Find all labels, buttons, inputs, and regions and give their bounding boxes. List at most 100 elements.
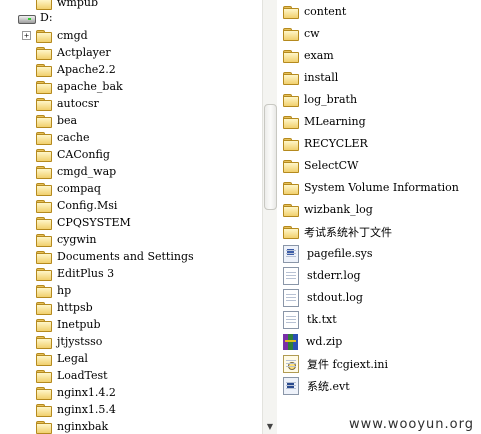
sys-file-icon [283, 244, 299, 263]
file-list-pane: content cw exam install log_brath MLearning RE… [277, 0, 481, 434]
file-list-item[interactable]: stdout.log [283, 288, 363, 307]
file-name: pagefile.sys [307, 247, 373, 260]
file-list-folder[interactable]: SelectCW [283, 157, 358, 174]
tree-item-folder[interactable]: hp [36, 282, 71, 299]
tree-item-label: cache [57, 131, 90, 144]
folder-icon [36, 335, 52, 349]
tree-item-folder[interactable]: Legal [36, 350, 88, 367]
folder-icon [283, 225, 299, 239]
tree-item-label: Documents and Settings [57, 250, 194, 263]
file-list-item[interactable]: pagefile.sys [283, 244, 373, 263]
tree-item-label: Apache2.2 [57, 63, 116, 76]
folder-icon [36, 403, 52, 417]
file-list-item[interactable]: 复件 fcgiext.ini [283, 354, 388, 373]
zip-archive-icon [283, 333, 298, 350]
tree-item-folder[interactable]: CPQSYSTEM [36, 214, 131, 231]
tree-item-folder[interactable]: EditPlus 3 [36, 265, 114, 282]
folder-icon [36, 420, 52, 434]
scroll-down-arrow-icon[interactable]: ▼ [265, 422, 275, 432]
log-file-icon [283, 266, 299, 285]
folder-icon [36, 114, 52, 128]
tree-item-folder[interactable]: cmgd [36, 27, 88, 44]
file-name: wd.zip [306, 335, 343, 348]
tree-item-folder[interactable]: apache_bak [36, 78, 123, 95]
tree-item-label: Actplayer [57, 46, 111, 59]
folder-icon [283, 49, 299, 63]
tree-item-label: nginx1.4.2 [57, 386, 116, 399]
file-list-item[interactable]: 系统.evt [283, 376, 350, 395]
tree-item-folder[interactable]: nginxbak [36, 418, 108, 434]
file-list-folder[interactable]: cw [283, 25, 320, 42]
file-name: MLearning [304, 115, 366, 128]
tree-item-folder[interactable]: jtjystsso [36, 333, 102, 350]
folder-icon [36, 250, 52, 264]
file-name: cw [304, 27, 320, 40]
tree-item-folder[interactable]: Inetpub [36, 316, 101, 333]
file-list-folder[interactable]: exam [283, 47, 334, 64]
tree-item-folder[interactable]: httpsb [36, 299, 93, 316]
tree-item-label: CAConfig [57, 148, 110, 161]
tree-item-folder[interactable]: nginx1.5.4 [36, 401, 116, 418]
tree-item-folder[interactable]: Apache2.2 [36, 61, 116, 78]
drive-icon [18, 13, 36, 24]
tree-item-label: httpsb [57, 301, 93, 314]
tree-item-folder[interactable]: cmgd_wap [36, 163, 116, 180]
tree-item-label: D: [40, 11, 53, 24]
file-list-item[interactable]: wd.zip [283, 333, 342, 350]
tree-item-folder[interactable]: autocsr [36, 95, 99, 112]
folder-icon [283, 137, 299, 151]
tree-item-folder[interactable]: cache [36, 129, 89, 146]
folder-icon [283, 93, 299, 107]
file-name: RECYCLER [304, 137, 368, 150]
file-name: tk.txt [307, 313, 337, 326]
vertical-scrollbar[interactable]: ▼ [262, 0, 277, 434]
file-name: content [304, 5, 347, 18]
folder-icon [36, 131, 52, 145]
tree-item-folder[interactable]: bea [36, 112, 77, 129]
file-list-folder[interactable]: wizbank_log [283, 201, 373, 218]
tree-item-folder[interactable]: LoadTest [36, 367, 108, 384]
file-list-folder[interactable]: content [283, 3, 346, 20]
folder-icon [36, 182, 52, 196]
file-list-folder[interactable]: MLearning [283, 113, 366, 130]
event-log-icon [283, 376, 299, 395]
file-list-folder[interactable]: RECYCLER [283, 135, 368, 152]
expand-plus-icon[interactable]: + [22, 31, 31, 40]
tree-item-folder[interactable]: Actplayer [36, 44, 111, 61]
scrollbar-thumb[interactable] [264, 104, 277, 210]
folder-icon [283, 115, 299, 129]
file-list-folder[interactable]: 考试系统补丁文件 [283, 223, 392, 240]
tree-item-folder[interactable]: Config.Msi [36, 197, 117, 214]
tree-item-drive-d[interactable]: D: [18, 9, 53, 26]
folder-icon [36, 386, 52, 400]
tree-item-label: LoadTest [57, 369, 108, 382]
folder-icon [36, 63, 52, 77]
tree-item-folder[interactable]: cygwin [36, 231, 96, 248]
file-list-item[interactable]: stderr.log [283, 266, 361, 285]
file-list-item[interactable]: tk.txt [283, 310, 337, 329]
folder-icon [36, 216, 52, 230]
folder-icon [36, 199, 52, 213]
folder-icon [36, 267, 52, 281]
folder-icon [283, 71, 299, 85]
folder-icon [36, 369, 52, 383]
tree-item-label: wmpub [57, 0, 99, 9]
tree-item-folder[interactable]: Documents and Settings [36, 248, 194, 265]
tree-item-label: compaq [57, 182, 101, 195]
file-list-folder[interactable]: install [283, 69, 338, 86]
tree-item-label: EditPlus 3 [57, 267, 115, 280]
folder-icon [283, 159, 299, 173]
tree-item-folder[interactable]: nginx1.4.2 [36, 384, 116, 401]
file-list-folder[interactable]: System Volume Information [283, 179, 459, 196]
folder-icon [36, 80, 52, 94]
file-name: exam [304, 49, 334, 62]
tree-item-label: Inetpub [57, 318, 101, 331]
file-name: SelectCW [304, 159, 359, 172]
file-list-folder[interactable]: log_brath [283, 91, 357, 108]
file-name: 考试系统补丁文件 [304, 225, 392, 239]
tree-item-folder[interactable]: compaq [36, 180, 101, 197]
tree-item-folder[interactable]: CAConfig [36, 146, 110, 163]
file-name: System Volume Information [304, 181, 459, 194]
file-name: stderr.log [307, 269, 361, 282]
tree-item-label: autocsr [57, 97, 99, 110]
